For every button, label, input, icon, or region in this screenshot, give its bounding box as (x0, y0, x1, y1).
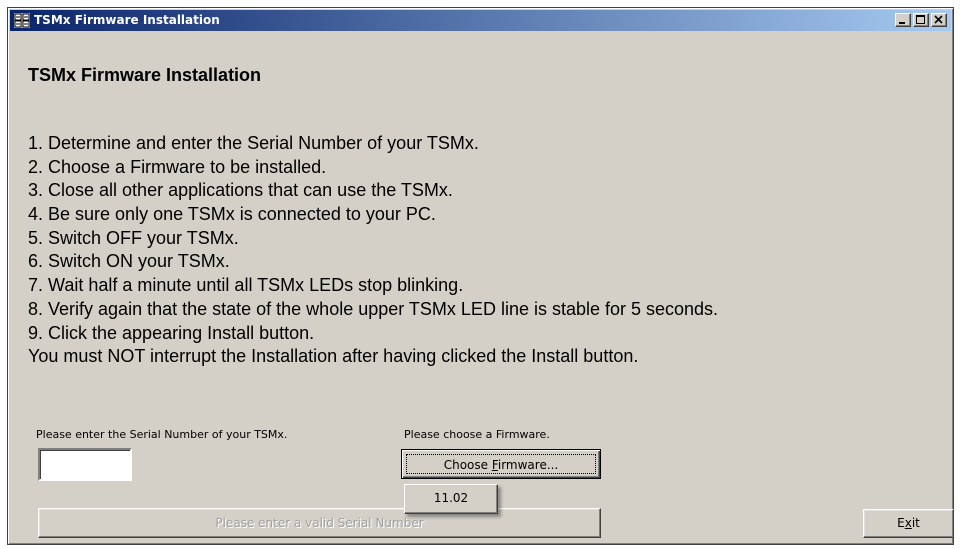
instructions-list: 1. Determine and enter the Serial Number… (28, 132, 718, 369)
window-title: TSMx Firmware Installation (34, 13, 220, 27)
title-bar[interactable]: TSMx Firmware Installation (10, 10, 951, 31)
serial-number-label: Please enter the Serial Number of your T… (36, 428, 288, 441)
instruction-warning: You must NOT interrupt the Installation … (28, 346, 639, 367)
firmware-label: Please choose a Firmware. (404, 428, 550, 441)
instruction-step: 3. Close all other applications that can… (28, 180, 453, 201)
minimize-button[interactable] (895, 13, 911, 27)
firmware-option[interactable]: 11.02 (405, 491, 497, 505)
instruction-step: 6. Switch ON your TSMx. (28, 251, 230, 272)
instruction-step: 7. Wait half a minute until all TSMx LED… (28, 275, 464, 296)
main-window: TSMx Firmware Installation TSMx Firmware… (7, 7, 954, 545)
focus-rect: Choose Firmware... (406, 454, 596, 474)
firmware-dropdown-menu: 11.02 (404, 484, 498, 514)
app-grid-icon (14, 13, 30, 28)
instruction-step: 9. Click the appearing Install button. (28, 322, 315, 343)
maximize-button[interactable] (913, 13, 929, 27)
install-button[interactable]: Please enter a valid Serial Number (38, 508, 601, 538)
instruction-step: 1. Determine and enter the Serial Number… (28, 133, 479, 153)
page-heading: TSMx Firmware Installation (28, 65, 262, 85)
instruction-step: 2. Choose a Firmware to be installed. (28, 156, 327, 177)
serial-number-input[interactable] (38, 448, 132, 481)
exit-button[interactable]: Exit (863, 509, 954, 538)
close-icon (934, 15, 943, 24)
close-button[interactable] (931, 13, 947, 27)
instruction-step: 5. Switch OFF your TSMx. (28, 227, 239, 248)
instruction-step: 4. Be sure only one TSMx is connected to… (28, 204, 436, 225)
instruction-step: 8. Verify again that the state of the wh… (28, 298, 719, 319)
choose-firmware-button[interactable]: Choose Firmware... (401, 449, 601, 479)
minimize-icon (899, 22, 905, 24)
maximize-icon (916, 15, 925, 24)
